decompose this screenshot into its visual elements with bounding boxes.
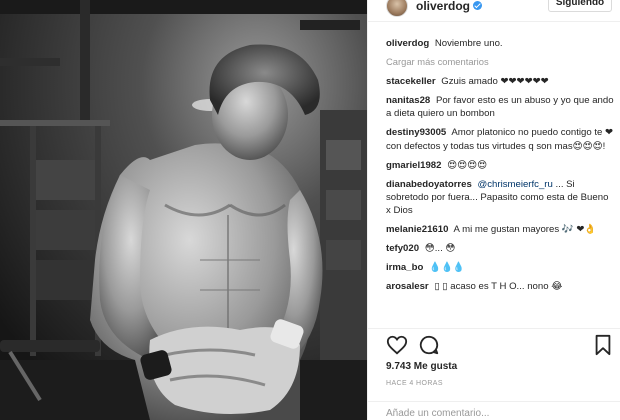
post-photo[interactable] (0, 0, 367, 420)
comment-item: gmariel1982 😍😍😍😍 (386, 159, 614, 172)
divider (368, 328, 620, 329)
profile-avatar[interactable] (386, 0, 408, 17)
comment-username[interactable]: tefy020 (386, 243, 419, 254)
comments-section: oliverdog Noviembre uno. Cargar más come… (386, 37, 614, 299)
comment-username[interactable]: dianabedoyatorres (386, 179, 472, 190)
comment-text: Gzuis amado ❤❤❤❤❤❤ (441, 76, 549, 88)
comment-username[interactable]: nanitas28 (386, 95, 430, 106)
likes-count[interactable]: 9.743 Me gusta (386, 361, 457, 372)
comment-username[interactable]: arosalesr (386, 281, 429, 292)
comment-item: irma_bo 💧💧💧 (386, 261, 614, 274)
post-side-panel: oliverdog Siguiendo oliverdog Noviembre … (367, 0, 620, 420)
verified-badge-icon (473, 1, 483, 10)
post-actions (386, 334, 614, 356)
gym-photo-illustration (0, 0, 367, 420)
header-username[interactable]: oliverdog (416, 0, 470, 13)
caption-username[interactable]: oliverdog (386, 38, 429, 49)
comment-item: dianabedoyatorres @chrismeierfc_ru ... S… (386, 178, 614, 218)
post-header: oliverdog Siguiendo (368, 0, 620, 22)
comment-mention-link[interactable]: @chrismeierfc_ru (478, 179, 553, 190)
load-more-comments-link[interactable]: Cargar más comentarios (386, 56, 614, 67)
comment-text: A mi me gustan mayores 🎶 ❤👌 (453, 224, 597, 236)
comment-text: 😳... 😳 (424, 243, 456, 255)
bookmark-icon[interactable] (592, 334, 614, 356)
comment-item: arosalesr ▯ ▯ acaso es T H O... nono 😂 (386, 280, 614, 293)
comment-text: 💧💧💧 (429, 262, 465, 274)
following-button[interactable]: Siguiendo (548, 0, 612, 12)
comment-item: stacekeller Gzuis amado ❤❤❤❤❤❤ (386, 75, 614, 88)
post-timestamp[interactable]: HACE 4 HORAS (386, 380, 443, 387)
caption-text: Noviembre uno. (434, 38, 503, 49)
comment-username[interactable]: stacekeller (386, 76, 436, 87)
caption: oliverdog Noviembre uno. (386, 37, 614, 50)
comment-text: 😍😍😍😍 (447, 159, 488, 171)
comment-item: nanitas28 Por favor esto es un abuso y y… (386, 94, 614, 120)
comment-username[interactable]: destiny93005 (386, 127, 446, 138)
comment-item: melanie21610 A mi me gustan mayores 🎶 ❤👌 (386, 223, 614, 236)
add-comment-input[interactable] (386, 406, 614, 420)
comment-username[interactable]: melanie21610 (386, 224, 448, 235)
comment-icon[interactable] (418, 334, 440, 356)
comment-username[interactable]: gmariel1982 (386, 160, 441, 171)
comment-item: tefy020 😳... 😳 (386, 242, 614, 255)
comment-username[interactable]: irma_bo (386, 262, 423, 273)
comment-text: ▯ ▯ acaso es T H O... nono 😂 (434, 281, 563, 293)
heart-icon[interactable] (386, 334, 408, 356)
divider (368, 401, 620, 402)
comment-item: destiny93005 Amor platonico no puedo con… (386, 126, 614, 152)
